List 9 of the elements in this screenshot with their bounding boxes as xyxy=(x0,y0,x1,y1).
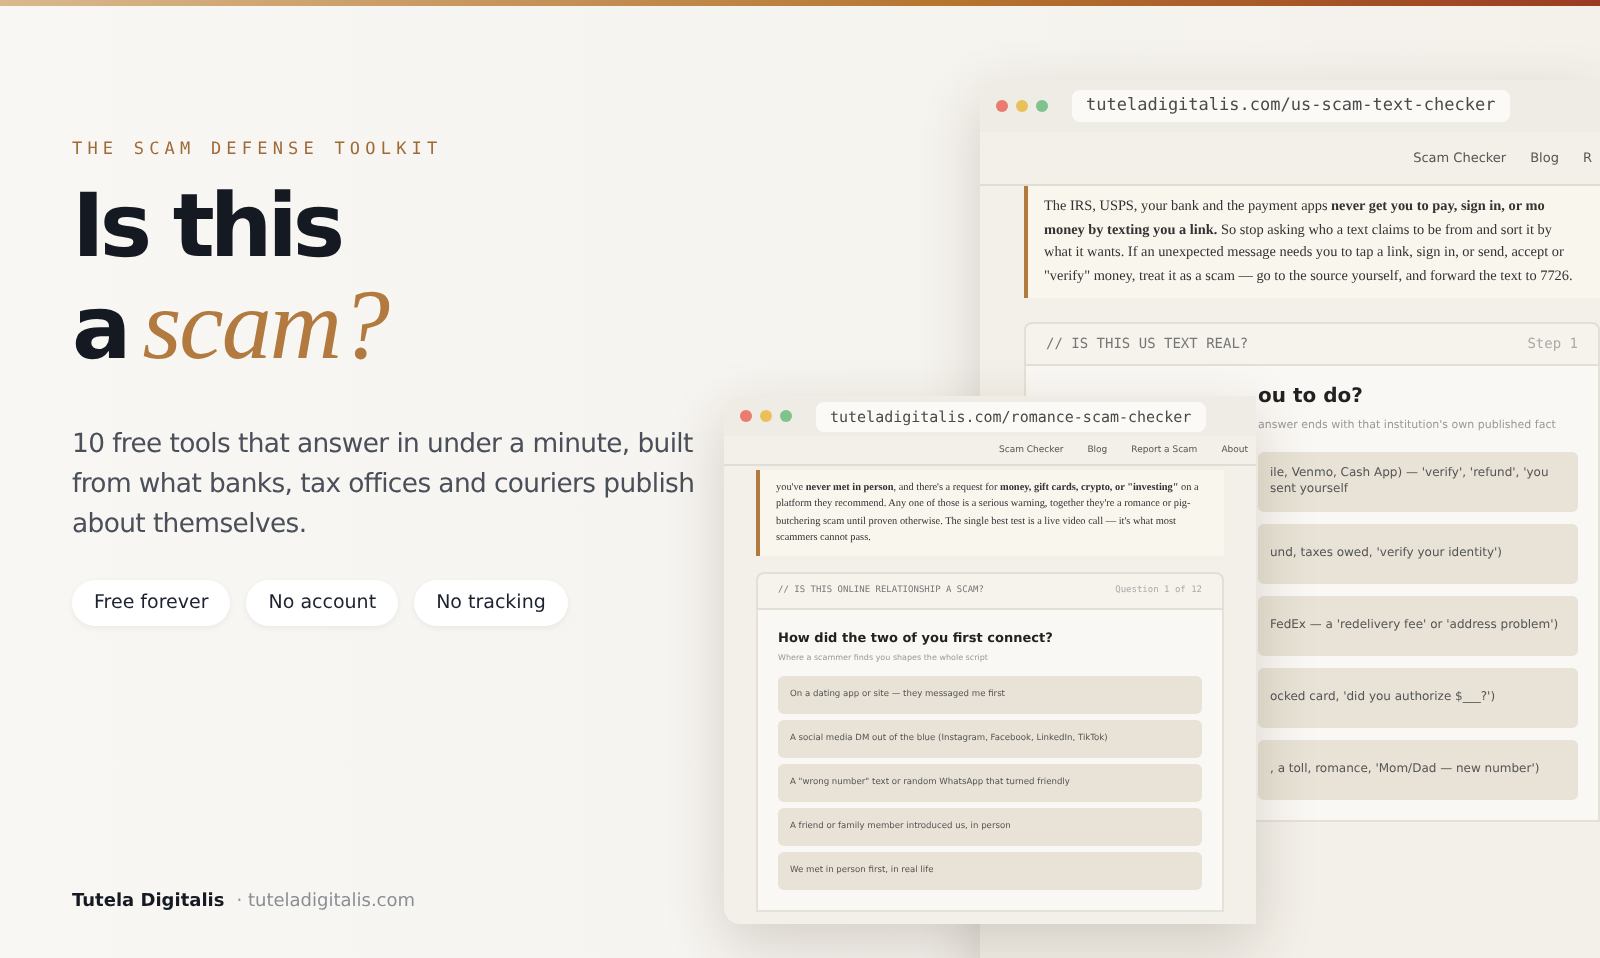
intro-text: 10 free tools that answer in under a minute, built from what banks, tax offices and couriers publish about themselves. xyxy=(72,428,697,544)
headline: Is this a scam? xyxy=(72,180,391,378)
feature-pill: No tracking xyxy=(414,580,568,626)
brand-name: Tutela Digitalis xyxy=(72,892,225,912)
feature-pill: Free forever xyxy=(72,580,231,626)
feature-pill: No account xyxy=(246,580,399,626)
eyebrow-text: THE SCAM DEFENSE TOOLKIT xyxy=(72,140,445,160)
address-bar[interactable]: tuteladigitalis.com/us-scam-text-checker xyxy=(1072,90,1510,122)
question-text: ou to do? xyxy=(1258,386,1365,409)
